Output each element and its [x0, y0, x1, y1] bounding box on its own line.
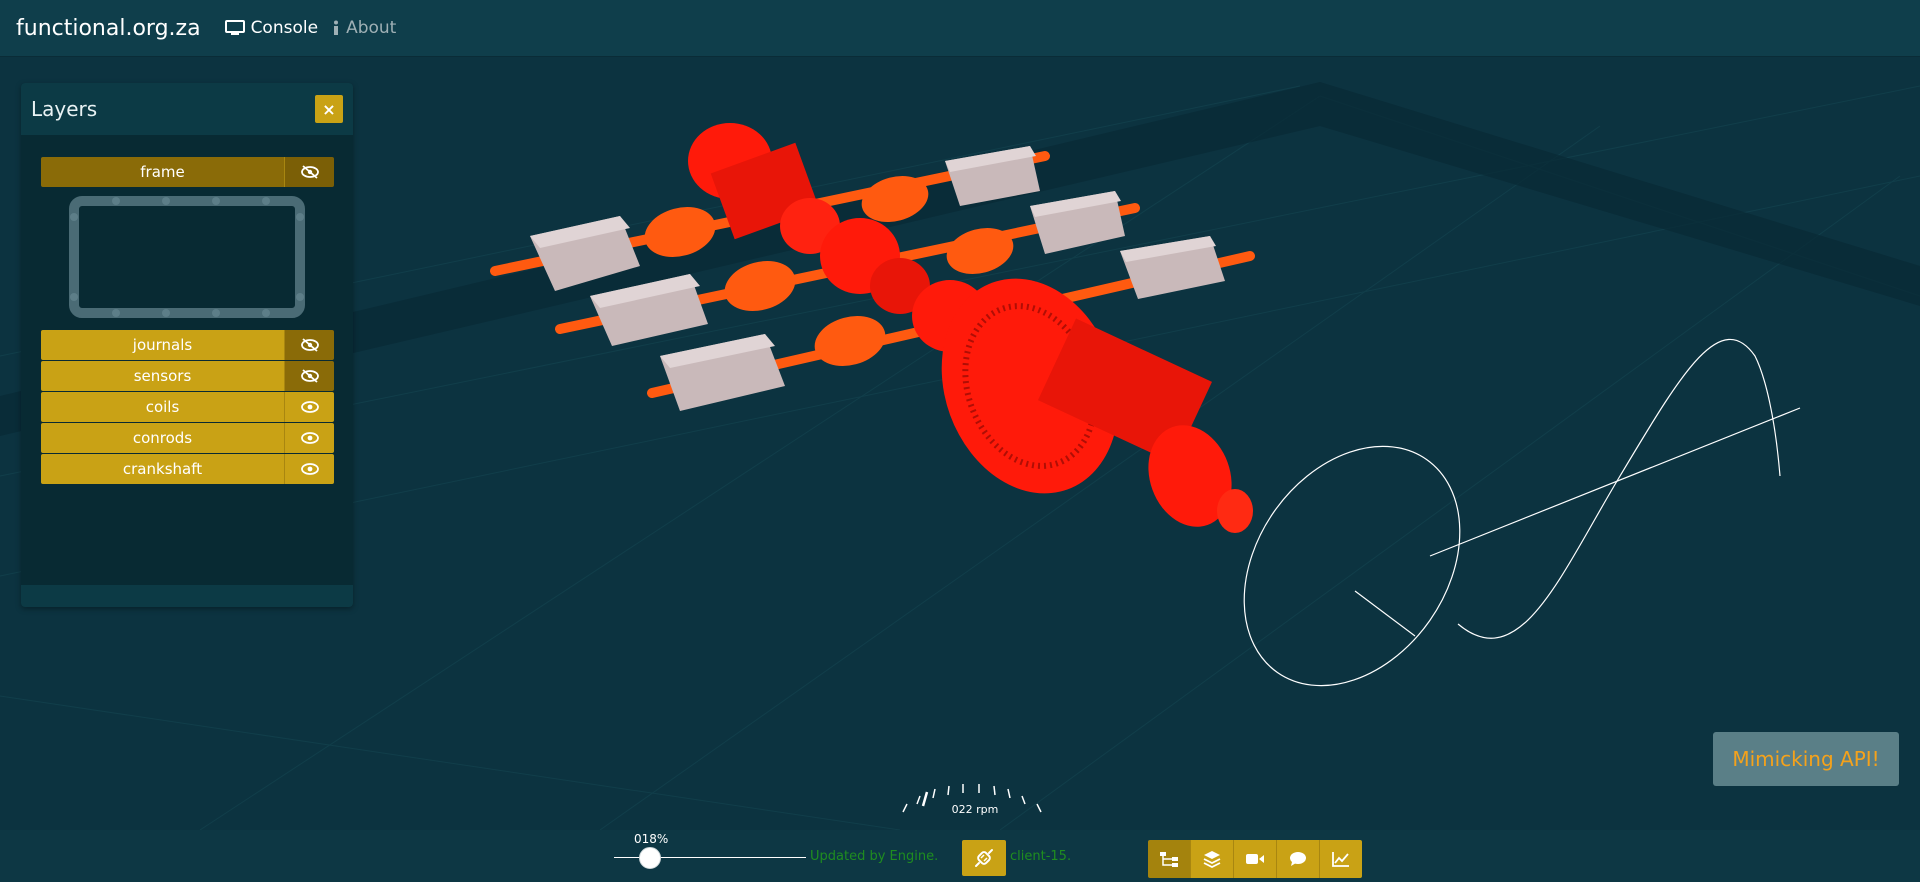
bottom-bar: [0, 830, 1920, 882]
layers-title: Layers: [31, 97, 98, 121]
layer-conrods[interactable]: conrods: [41, 423, 334, 453]
eye-slash-icon[interactable]: [284, 157, 334, 187]
network-icon: [1160, 852, 1178, 867]
client-id: client-15.: [1010, 849, 1072, 864]
layers-icon: [1203, 851, 1221, 868]
progress-label: 018%: [634, 832, 669, 846]
toast-message: Mimicking API!: [1732, 747, 1880, 771]
update-status: Updated by Engine.: [810, 849, 939, 864]
monitor-icon: [224, 20, 245, 35]
chat-button[interactable]: [1277, 840, 1320, 878]
layer-sensors-label[interactable]: sensors: [41, 361, 284, 391]
motor-model: [490, 123, 1255, 533]
eye-icon[interactable]: [284, 423, 334, 453]
panel-resize-footer[interactable]: [21, 585, 353, 607]
info-icon: [334, 20, 339, 35]
phase-trace: [1243, 338, 1801, 687]
layer-journals[interactable]: journals: [41, 330, 334, 360]
layer-frame-label[interactable]: frame: [41, 157, 284, 187]
progress-slider-thumb[interactable]: [638, 847, 661, 869]
nav-console[interactable]: Console: [224, 18, 319, 38]
eye-slash-icon[interactable]: [284, 361, 334, 391]
eye-icon[interactable]: [284, 454, 334, 484]
camera-icon: [1246, 854, 1264, 864]
top-navbar: functional.org.za Console About: [0, 0, 1920, 57]
nav-console-label: Console: [250, 18, 319, 38]
layer-coils[interactable]: coils: [41, 392, 334, 422]
network-button[interactable]: [1148, 840, 1191, 878]
plug-icon: [975, 849, 993, 867]
connect-button[interactable]: [962, 840, 1006, 876]
layer-frame[interactable]: frame: [41, 157, 334, 187]
nav-about[interactable]: About: [332, 18, 396, 38]
layer-coils-label[interactable]: coils: [41, 392, 284, 422]
chart-icon: [1332, 852, 1349, 867]
chat-icon: [1290, 852, 1306, 866]
camera-button[interactable]: [1234, 840, 1277, 878]
mimic-api-toast[interactable]: Mimicking API!: [1713, 732, 1899, 786]
layer-crankshaft-label[interactable]: crankshaft: [41, 454, 284, 484]
tool-bar: [1148, 840, 1362, 878]
eye-icon[interactable]: [284, 392, 334, 422]
nav-about-label: About: [346, 18, 397, 38]
chart-button[interactable]: [1320, 840, 1362, 878]
frame-preview: [69, 196, 305, 318]
close-button[interactable]: ×: [315, 95, 343, 123]
layer-journals-label[interactable]: journals: [41, 330, 284, 360]
layers-header: Layers ×: [21, 83, 353, 135]
layers-panel: Layers × frame journals sensors coils co…: [21, 83, 353, 607]
brand-link[interactable]: functional.org.za: [16, 16, 201, 41]
layer-conrods-label[interactable]: conrods: [41, 423, 284, 453]
layers-button[interactable]: [1191, 840, 1234, 878]
rpm-readout: 022 rpm: [951, 803, 999, 816]
layer-sensors[interactable]: sensors: [41, 361, 334, 391]
layer-crankshaft[interactable]: crankshaft: [41, 454, 334, 484]
eye-slash-icon[interactable]: [284, 330, 334, 360]
